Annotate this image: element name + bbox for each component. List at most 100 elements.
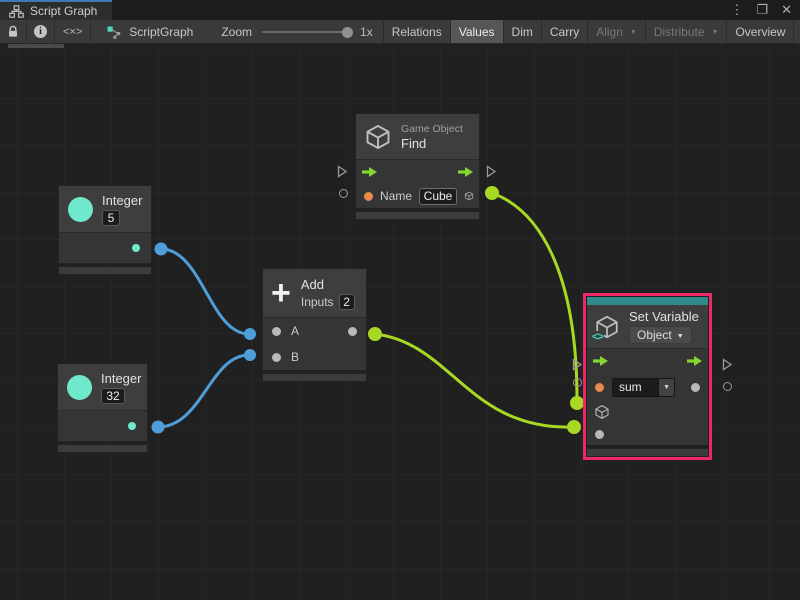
wire-endpoint[interactable] [244,328,256,340]
lock-button[interactable] [0,20,27,43]
node-game-object-find[interactable]: Game Object Find Name Cube [355,113,480,220]
node-header[interactable]: <> Set Variable Object ▼ [587,305,708,349]
name-param-row: Name Cube [356,184,479,208]
align-button[interactable]: Align ▼ [588,20,646,43]
inputs-count-field[interactable]: 2 [339,294,355,310]
find-flow-in-port[interactable] [337,165,348,183]
integer-type-icon [68,197,93,222]
integer-value-field[interactable]: 32 [101,388,125,404]
info-button[interactable]: i [27,20,55,43]
overview-button[interactable]: Overview [727,20,794,43]
zoom-slider[interactable] [262,31,350,33]
wire-endpoint[interactable] [155,243,168,256]
wire-find-to-setvariable-object[interactable] [492,193,577,400]
input-row-a: A [263,318,366,344]
node-footer [586,448,709,457]
variable-name-field[interactable]: sum [613,379,658,396]
wire-add-to-setvariable-value[interactable] [375,334,573,427]
object-input-icon[interactable] [594,404,610,420]
zoom-control: Zoom 1x [207,20,383,43]
tab-script-graph[interactable]: Script Graph [0,0,112,20]
node-integer-32[interactable]: Integer 32 [57,363,148,453]
setvariable-value-out-port[interactable] [723,382,732,391]
graph-canvas[interactable]: Integer 5 Integer 32 [0,44,800,600]
variable-scope-dropdown[interactable]: Object ▼ [629,326,692,344]
node-footer [57,444,148,453]
output-port-integer[interactable] [128,422,136,430]
node-title: Find [401,136,426,151]
wire-integer5-to-add-a[interactable] [161,249,249,334]
selected-node-header-strip [587,297,708,305]
distribute-button[interactable]: Distribute ▼ [646,20,728,43]
flow-in-arrow-icon[interactable] [361,166,378,178]
output-port-sum[interactable] [348,327,357,336]
input-row-b: B [263,344,366,370]
node-footer [58,266,152,275]
node-title: Integer [101,371,141,386]
dim-button[interactable]: Dim [504,20,542,43]
variable-name-combo[interactable]: sum ▼ [612,378,675,397]
game-object-output-icon[interactable] [464,188,474,204]
node-body [59,233,151,263]
node-title: Add [301,277,324,292]
wire-endpoint[interactable] [570,396,584,410]
setvariable-flow-out-port[interactable] [722,358,733,376]
node-header[interactable]: Integer 32 [58,364,147,411]
node-title: Set Variable [629,309,699,324]
node-header[interactable]: Integer 5 [59,186,151,233]
node-integer-5[interactable]: Integer 5 [58,185,152,275]
inputs-label: Inputs [301,295,334,309]
node-set-variable[interactable]: <> Set Variable Object ▼ [586,296,709,457]
wire-endpoint[interactable] [368,327,382,341]
relations-button[interactable]: Relations [384,20,451,43]
maximize-icon[interactable]: ❐ [756,1,768,19]
close-icon[interactable]: ✕ [781,1,792,19]
integer-type-icon [67,375,92,400]
flow-out-arrow-icon[interactable] [686,355,703,367]
input-port-a[interactable] [272,327,281,336]
node-body [58,411,147,441]
name-value-field[interactable]: Cube [419,188,457,205]
info-icon: i [34,25,47,38]
port-label: B [291,350,299,364]
input-port-value[interactable] [595,430,604,439]
input-port-name[interactable] [364,192,373,201]
carry-button[interactable]: Carry [542,20,588,43]
input-port-b[interactable] [272,353,281,362]
variable-name-row: sum ▼ [587,373,708,401]
output-port-value[interactable] [691,383,700,392]
output-port-integer[interactable] [132,244,140,252]
integer-value-field[interactable]: 5 [102,210,120,226]
input-port-name[interactable] [595,383,604,392]
node-header[interactable]: Game Object Find [356,114,479,160]
node-header[interactable]: + Add Inputs 2 [263,269,366,318]
setvariable-flow-in-port[interactable] [572,358,583,376]
name-label: Name [380,189,412,203]
horizontal-scrollbar-thumb[interactable] [8,44,64,48]
code-view-button[interactable]: <×> [55,20,91,43]
port-label: A [291,324,299,338]
wire-endpoint[interactable] [485,186,499,200]
values-button[interactable]: Values [451,20,504,43]
window-menu-icon[interactable]: ⋮ [730,1,743,19]
variable-name-dropdown-button[interactable]: ▼ [658,379,674,396]
wire-endpoint[interactable] [244,349,256,361]
wire-endpoint[interactable] [567,420,581,434]
node-add[interactable]: + Add Inputs 2 A [262,268,367,382]
lock-icon [7,25,19,38]
full-screen-button[interactable]: Full Screen [794,20,800,43]
find-flow-out-port[interactable] [486,165,497,183]
breadcrumb[interactable]: ScriptGraph [91,20,207,43]
wire-endpoint[interactable] [152,421,165,434]
node-footer [262,373,367,382]
graph-hierarchy-icon [9,5,24,18]
setvariable-name-in-port[interactable] [573,378,582,387]
variable-brackets-icon: <> [591,331,604,343]
wire-integer32-to-add-b[interactable] [158,355,249,427]
find-name-in-port[interactable] [339,189,348,198]
zoom-value: 1x [360,25,373,39]
zoom-slider-handle[interactable] [342,27,353,38]
zoom-label: Zoom [221,25,252,39]
flow-in-arrow-icon[interactable] [592,355,609,367]
flow-out-arrow-icon[interactable] [457,166,474,178]
